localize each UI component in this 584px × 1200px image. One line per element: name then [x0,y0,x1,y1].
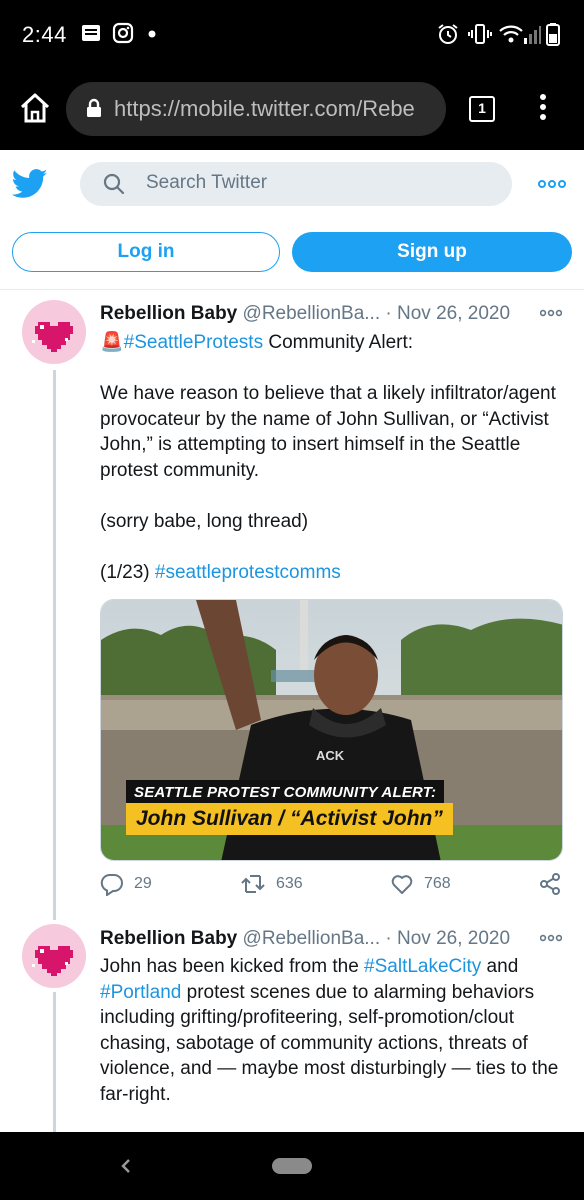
thread-count: (1/23) [100,561,155,583]
tweet-paragraph: (sorry babe, long thread) [100,510,309,532]
tweet-text: John has been kicked from the #SaltLakeC… [100,956,559,1105]
auth-buttons: Log in Sign up [0,220,584,290]
battery-icon [546,23,560,46]
vibrate-icon [468,24,492,44]
dot-icon [148,30,156,38]
reply-count: 29 [134,875,152,892]
share-button[interactable] [538,872,562,896]
share-icon [540,873,560,895]
user-handle[interactable]: @RebellionBa... [243,303,381,324]
twitter-header [0,150,584,220]
thread-connector-line [53,992,56,1132]
pixel-heart-icon [32,322,73,352]
tweet-date[interactable]: Nov 26, 2020 [397,928,510,949]
thread-connector-line [53,370,56,920]
separator: · [385,928,392,949]
tweet-actions: 29 636 768 [100,872,566,902]
like-button[interactable]: 768 [390,872,451,896]
instagram-icon [112,22,134,44]
signal-icon [524,26,541,44]
reply-icon [100,873,123,896]
shirt-text: ACK [316,748,345,763]
reply-button[interactable]: 29 [100,872,152,896]
tweet-more-icon[interactable] [540,309,562,317]
search-icon [103,173,125,195]
tweet-paragraph: We have reason to believe that a likely … [100,383,556,481]
back-chevron-icon[interactable] [118,1154,134,1178]
like-count: 768 [424,875,451,892]
home-gesture-pill[interactable] [272,1158,312,1174]
retweet-icon [241,875,265,893]
twitter-logo-icon[interactable] [12,168,48,200]
avatar[interactable] [22,300,86,364]
tweet-header: Rebellion Baby @RebellionBa... · Nov 26,… [100,928,510,950]
notes-icon [82,25,100,41]
status-bar: 2:44 [0,0,584,68]
separator: · [385,303,392,324]
retweet-button[interactable]: 636 [240,872,303,896]
tweet-header: Rebellion Baby @RebellionBa... · Nov 26,… [100,303,510,325]
hashtag-link[interactable]: #seattleprotestcomms [155,562,341,583]
tweet-date[interactable]: Nov 26, 2020 [397,303,510,324]
home-icon[interactable] [18,91,52,125]
avatar[interactable] [22,924,86,988]
more-options-icon[interactable] [538,179,566,189]
retweet-count: 636 [276,875,303,892]
display-name[interactable]: Rebellion Baby [100,928,237,949]
signup-button[interactable]: Sign up [292,232,572,272]
system-nav-bar [0,1132,584,1200]
heart-icon [391,875,413,894]
browser-menu-icon[interactable] [536,94,550,124]
wifi-icon [499,25,523,43]
pixel-heart-icon [32,946,73,976]
status-time: 2:44 [22,22,67,47]
hashtag-link[interactable]: #SeattleProtests [124,332,263,353]
siren-emoji: 🚨 [100,332,124,353]
search-input[interactable] [146,172,486,194]
media-caption-alert: SEATTLE PROTEST COMMUNITY ALERT: [126,780,445,805]
url-text: https://mobile.twitter.com/Rebe [114,96,415,121]
tweet-text: 🚨#SeattleProtests Community Alert: We ha… [100,330,566,585]
hashtag-link[interactable]: #Portland [100,982,181,1003]
login-button[interactable]: Log in [12,232,280,272]
hashtag-link[interactable]: #SaltLakeCity [364,956,481,977]
tab-switcher-button[interactable]: 1 [469,96,495,122]
tweet-media-image[interactable]: ACK SEATTLE PROTEST COMMUNITY ALERT: Joh… [100,599,563,861]
browser-toolbar: https://mobile.twitter.com/Rebe 1 [0,68,584,150]
search-box [80,162,512,206]
user-handle[interactable]: @RebellionBa... [243,928,381,949]
lock-icon [87,98,101,117]
display-name[interactable]: Rebellion Baby [100,303,237,324]
tweet-more-icon[interactable] [540,934,562,942]
alarm-icon [438,24,458,44]
address-bar[interactable]: https://mobile.twitter.com/Rebe [66,82,446,136]
media-caption-name: John Sullivan / “Activist John” [126,803,453,835]
